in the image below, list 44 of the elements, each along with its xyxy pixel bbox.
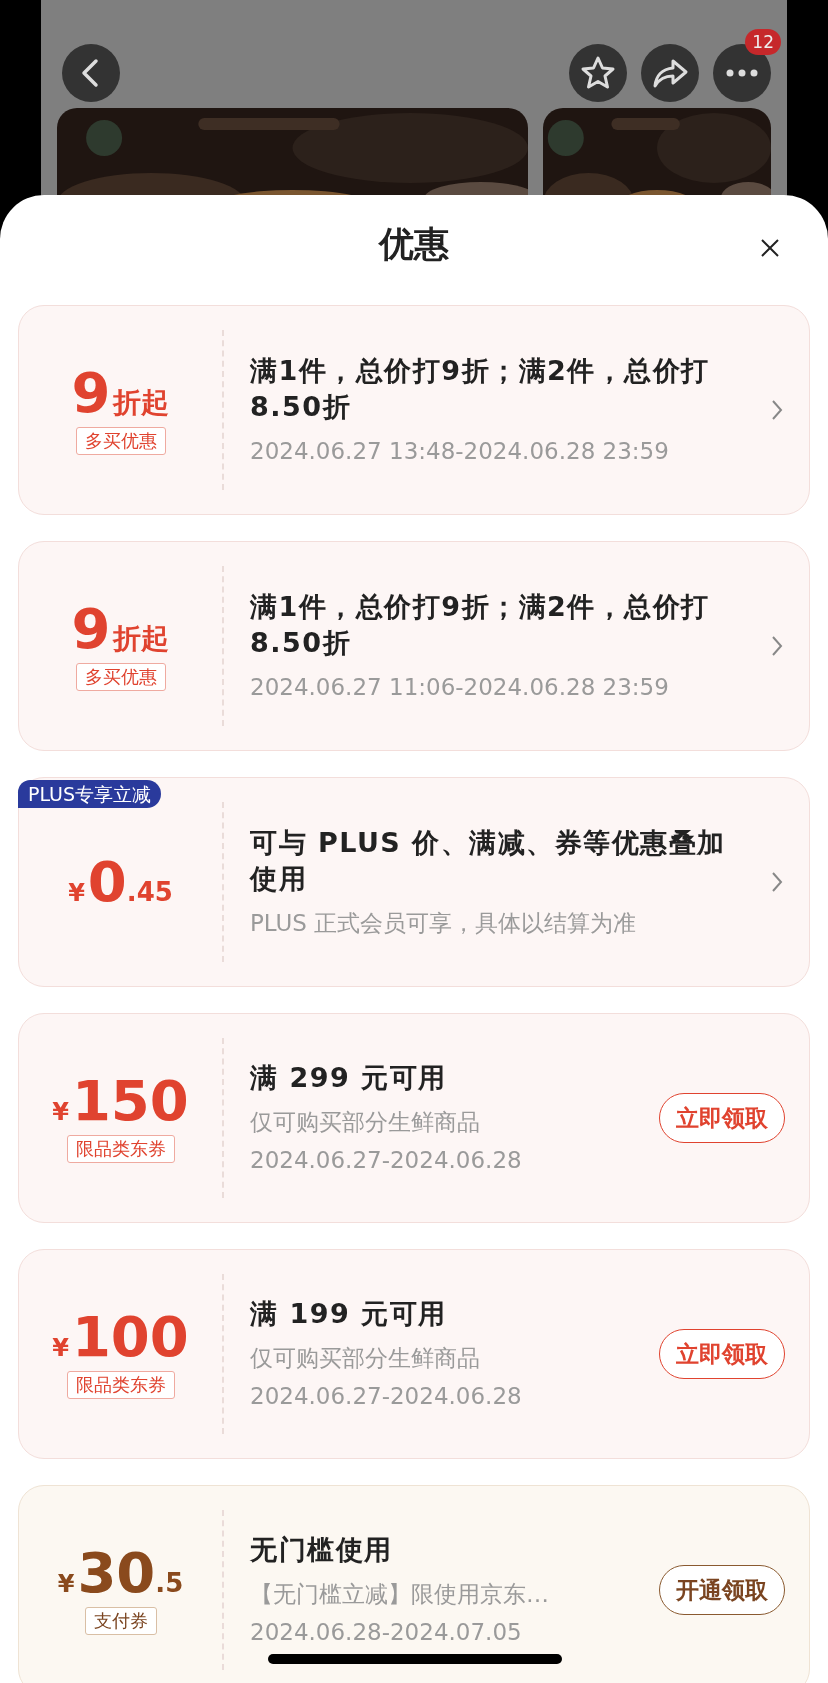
offer-tag: 支付券	[84, 1607, 157, 1635]
offer-title: 满 299 元可用	[250, 1061, 448, 1095]
offer-card[interactable]: 9折起 多买优惠 满1件，总价打9折；满2件，总价打8.50折 2024.06.27 11:06-2024.06.28 23:59	[18, 541, 810, 751]
offer-card[interactable]: PLUS专享立减 ¥0.45 可与 PLUS 价、满减、券等优惠叠加使用 PLUS 正式会员可享，具体以结算为准	[18, 777, 810, 987]
chevron-icon[interactable]	[771, 635, 783, 657]
offer-tag: 多买优惠	[75, 427, 166, 455]
claim-button[interactable]: 开通领取	[659, 1565, 785, 1615]
offer-title: 满 199 元可用	[250, 1297, 448, 1331]
offer-card[interactable]: ¥100 限品类东券 满 199 元可用 仅可购买部分生鲜商品 2024.06.27-2024.06.28 立即领取	[18, 1249, 810, 1459]
offer-card[interactable]: ¥30.5 支付券 无门槛使用 【无门槛立减】限使用京东… 2024.06.28-2024.07.05 开通领取	[18, 1485, 810, 1683]
share-icon[interactable]	[641, 44, 699, 102]
offer-amount: ¥150	[52, 1073, 189, 1129]
offer-detail: 2024.06.27 13:48-2024.06.28 23:59	[250, 437, 670, 466]
offer-detail: 2024.06.27 11:06-2024.06.28 23:59	[250, 673, 670, 702]
back-icon[interactable]	[62, 44, 120, 102]
offer-detail: 2024.06.27-2024.06.28	[250, 1382, 523, 1411]
chevron-icon[interactable]	[771, 399, 783, 421]
offer-amount: 9折起	[71, 601, 170, 657]
chevron-icon[interactable]	[771, 871, 783, 893]
offer-detail: 2024.06.28-2024.07.05	[250, 1618, 523, 1647]
offer-detail: PLUS 正式会员可享，具体以结算为准	[250, 909, 638, 938]
close-icon[interactable]	[760, 238, 780, 258]
notification-badge: 12	[745, 29, 781, 55]
offer-tag: 限品类东券	[66, 1135, 175, 1163]
offer-tag: 限品类东券	[66, 1371, 175, 1399]
offer-title: 可与 PLUS 价、满减、券等优惠叠加使用	[250, 826, 727, 896]
sheet-title: 优惠	[379, 222, 449, 266]
offer-title: 满1件，总价打9折；满2件，总价打8.50折	[250, 354, 711, 424]
offer-title: 无门槛使用	[250, 1533, 394, 1567]
plus-badge: PLUS专享立减	[18, 780, 162, 808]
offer-title: 满1件，总价打9折；满2件，总价打8.50折	[250, 590, 711, 660]
offer-amount: ¥30.5	[57, 1545, 184, 1601]
offer-card[interactable]: ¥150 限品类东券 满 299 元可用 仅可购买部分生鲜商品 2024.06.27-2024.06.28 立即领取	[18, 1013, 810, 1223]
offer-detail: 【无门槛立减】限使用京东…	[250, 1580, 550, 1609]
offer-detail: 仅可购买部分生鲜商品	[250, 1108, 481, 1137]
offer-amount: ¥0.45	[68, 854, 173, 910]
offer-detail: 仅可购买部分生鲜商品	[250, 1344, 481, 1373]
offer-amount: 9折起	[71, 365, 170, 421]
offer-amount: ¥100	[52, 1309, 189, 1365]
offer-card[interactable]: 9折起 多买优惠 满1件，总价打9折；满2件，总价打8.50折 2024.06.27 13:48-2024.06.28 23:59	[18, 305, 810, 515]
claim-button[interactable]: 立即领取	[659, 1093, 785, 1143]
claim-button[interactable]: 立即领取	[659, 1329, 785, 1379]
offer-tag: 多买优惠	[75, 663, 166, 691]
offer-detail: 2024.06.27-2024.06.28	[250, 1146, 523, 1175]
